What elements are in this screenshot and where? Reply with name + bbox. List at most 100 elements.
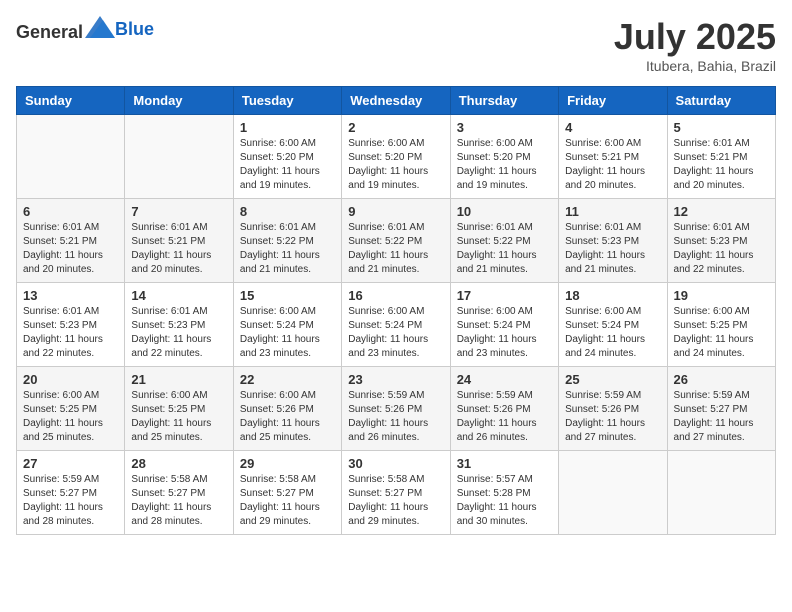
calendar-cell: 11 Sunrise: 6:01 AMSunset: 5:23 PMDayligh… xyxy=(559,199,667,283)
calendar-cell: 31 Sunrise: 5:57 AMSunset: 5:28 PMDayligh… xyxy=(450,451,558,535)
day-number: 25 xyxy=(565,372,660,387)
day-number: 5 xyxy=(674,120,769,135)
calendar-week-row: 27Sunrise: 5:59 AMSunset: 5:27 PMDayligh… xyxy=(17,451,776,535)
cell-info: Sunrise: 6:01 AMSunset: 5:21 PMDaylight:… xyxy=(23,221,118,277)
calendar-cell: 13Sunrise: 6:01 AMSunset: 5:23 PMDayligh… xyxy=(17,283,125,367)
calendar-cell: 21 Sunrise: 6:00 AMSunset: 5:25 PMDayligh… xyxy=(125,367,233,451)
calendar-cell: 24Sunrise: 5:59 AMSunset: 5:26 PMDayligh… xyxy=(450,367,558,451)
calendar-cell: 15 Sunrise: 6:00 AMSunset: 5:24 PMDayligh… xyxy=(233,283,341,367)
cell-info: Sunrise: 5:58 AMSunset: 5:27 PMDaylight:… xyxy=(240,473,335,529)
cell-info: Sunrise: 5:59 AMSunset: 5:27 PMDaylight:… xyxy=(674,389,769,445)
day-number: 10 xyxy=(457,204,552,219)
weekday-header-saturday: Saturday xyxy=(667,87,775,115)
day-number: 4 xyxy=(565,120,660,135)
day-number: 6 xyxy=(23,204,118,219)
day-number: 23 xyxy=(348,372,443,387)
cell-info: Sunrise: 6:00 AMSunset: 5:21 PMDaylight:… xyxy=(565,137,660,193)
day-number: 7 xyxy=(131,204,226,219)
calendar-cell: 12Sunrise: 6:01 AMSunset: 5:23 PMDayligh… xyxy=(667,199,775,283)
day-number: 24 xyxy=(457,372,552,387)
cell-info: Sunrise: 6:01 AMSunset: 5:22 PMDaylight:… xyxy=(348,221,443,277)
cell-info: Sunrise: 5:58 AMSunset: 5:27 PMDaylight:… xyxy=(348,473,443,529)
day-number: 11 xyxy=(565,204,660,219)
calendar-cell xyxy=(559,451,667,535)
cell-info: Sunrise: 6:00 AMSunset: 5:25 PMDaylight:… xyxy=(674,305,769,361)
day-number: 2 xyxy=(348,120,443,135)
calendar-cell: 25Sunrise: 5:59 AMSunset: 5:26 PMDayligh… xyxy=(559,367,667,451)
logo-general-text: General xyxy=(16,22,83,42)
calendar-cell xyxy=(17,115,125,199)
weekday-header-thursday: Thursday xyxy=(450,87,558,115)
calendar-cell xyxy=(667,451,775,535)
cell-info: Sunrise: 6:00 AMSunset: 5:24 PMDaylight:… xyxy=(348,305,443,361)
weekday-header-wednesday: Wednesday xyxy=(342,87,450,115)
calendar-cell: 2 Sunrise: 6:00 AMSunset: 5:20 PMDaylight… xyxy=(342,115,450,199)
calendar-cell: 30 Sunrise: 5:58 AMSunset: 5:27 PMDayligh… xyxy=(342,451,450,535)
location-subtitle: Itubera, Bahia, Brazil xyxy=(614,58,776,74)
day-number: 22 xyxy=(240,372,335,387)
title-block: July 2025 Itubera, Bahia, Brazil xyxy=(614,16,776,74)
calendar-cell: 1 Sunrise: 6:00 AMSunset: 5:20 PMDaylight… xyxy=(233,115,341,199)
cell-info: Sunrise: 5:57 AMSunset: 5:28 PMDaylight:… xyxy=(457,473,552,529)
day-number: 18 xyxy=(565,288,660,303)
day-number: 31 xyxy=(457,456,552,471)
cell-info: Sunrise: 6:00 AMSunset: 5:20 PMDaylight:… xyxy=(240,137,335,193)
cell-info: Sunrise: 6:01 AMSunset: 5:23 PMDaylight:… xyxy=(565,221,660,277)
day-number: 14 xyxy=(131,288,226,303)
calendar-cell: 3Sunrise: 6:00 AMSunset: 5:20 PMDaylight… xyxy=(450,115,558,199)
cell-info: Sunrise: 6:00 AMSunset: 5:20 PMDaylight:… xyxy=(457,137,552,193)
day-number: 9 xyxy=(348,204,443,219)
calendar-week-row: 13 Sunrise: 6:01 AMSunset: 5:23 PMDayligh… xyxy=(17,283,776,367)
day-number: 28 xyxy=(131,456,226,471)
month-year-title: July 2025 xyxy=(614,16,776,58)
calendar-week-row: 6 Sunrise: 6:01 AMSunset: 5:21 PMDaylight… xyxy=(17,199,776,283)
calendar-table: SundayMondayTuesdayWednesdayThursdayFrid… xyxy=(16,86,776,535)
cell-info: Sunrise: 6:00 AMSunset: 5:26 PMDaylight:… xyxy=(240,389,335,445)
cell-info: Sunrise: 6:01 AMSunset: 5:23 PMDaylight:… xyxy=(131,305,226,361)
logo-blue-text: Blue xyxy=(115,19,154,39)
calendar-cell: 26 Sunrise: 5:59 AMSunset: 5:27 PMDayligh… xyxy=(667,367,775,451)
logo-icon xyxy=(85,16,115,38)
cell-info: Sunrise: 6:00 AMSunset: 5:24 PMDaylight:… xyxy=(565,305,660,361)
calendar-cell: 19 Sunrise: 6:00 AMSunset: 5:25 PMDayligh… xyxy=(667,283,775,367)
calendar-cell: 4 Sunrise: 6:00 AMSunset: 5:21 PMDaylight… xyxy=(559,115,667,199)
cell-info: Sunrise: 6:00 AMSunset: 5:24 PMDaylight:… xyxy=(240,305,335,361)
day-number: 16 xyxy=(348,288,443,303)
calendar-week-row: 1 Sunrise: 6:00 AMSunset: 5:20 PMDaylight… xyxy=(17,115,776,199)
calendar-cell: 28Sunrise: 5:58 AMSunset: 5:27 PMDayligh… xyxy=(125,451,233,535)
calendar-cell: 23Sunrise: 5:59 AMSunset: 5:26 PMDayligh… xyxy=(342,367,450,451)
logo: General Blue xyxy=(16,16,154,43)
day-number: 15 xyxy=(240,288,335,303)
weekday-header-row: SundayMondayTuesdayWednesdayThursdayFrid… xyxy=(17,87,776,115)
cell-info: Sunrise: 6:01 AMSunset: 5:22 PMDaylight:… xyxy=(240,221,335,277)
cell-info: Sunrise: 5:59 AMSunset: 5:27 PMDaylight:… xyxy=(23,473,118,529)
calendar-cell: 9 Sunrise: 6:01 AMSunset: 5:22 PMDaylight… xyxy=(342,199,450,283)
calendar-cell: 6 Sunrise: 6:01 AMSunset: 5:21 PMDaylight… xyxy=(17,199,125,283)
day-number: 17 xyxy=(457,288,552,303)
page-header: General Blue July 2025 Itubera, Bahia, B… xyxy=(16,16,776,74)
cell-info: Sunrise: 6:01 AMSunset: 5:22 PMDaylight:… xyxy=(457,221,552,277)
day-number: 13 xyxy=(23,288,118,303)
weekday-header-tuesday: Tuesday xyxy=(233,87,341,115)
cell-info: Sunrise: 6:00 AMSunset: 5:25 PMDaylight:… xyxy=(23,389,118,445)
day-number: 21 xyxy=(131,372,226,387)
calendar-cell: 10 Sunrise: 6:01 AMSunset: 5:22 PMDayligh… xyxy=(450,199,558,283)
calendar-cell: 8 Sunrise: 6:01 AMSunset: 5:22 PMDaylight… xyxy=(233,199,341,283)
calendar-cell: 29Sunrise: 5:58 AMSunset: 5:27 PMDayligh… xyxy=(233,451,341,535)
day-number: 26 xyxy=(674,372,769,387)
day-number: 20 xyxy=(23,372,118,387)
weekday-header-sunday: Sunday xyxy=(17,87,125,115)
calendar-cell: 7Sunrise: 6:01 AMSunset: 5:21 PMDaylight… xyxy=(125,199,233,283)
day-number: 8 xyxy=(240,204,335,219)
day-number: 1 xyxy=(240,120,335,135)
calendar-cell: 22 Sunrise: 6:00 AMSunset: 5:26 PMDayligh… xyxy=(233,367,341,451)
cell-info: Sunrise: 6:01 AMSunset: 5:21 PMDaylight:… xyxy=(674,137,769,193)
cell-info: Sunrise: 6:00 AMSunset: 5:25 PMDaylight:… xyxy=(131,389,226,445)
day-number: 12 xyxy=(674,204,769,219)
calendar-cell: 17Sunrise: 6:00 AMSunset: 5:24 PMDayligh… xyxy=(450,283,558,367)
cell-info: Sunrise: 6:00 AMSunset: 5:20 PMDaylight:… xyxy=(348,137,443,193)
calendar-cell: 27Sunrise: 5:59 AMSunset: 5:27 PMDayligh… xyxy=(17,451,125,535)
calendar-cell: 5 Sunrise: 6:01 AMSunset: 5:21 PMDaylight… xyxy=(667,115,775,199)
day-number: 19 xyxy=(674,288,769,303)
day-number: 30 xyxy=(348,456,443,471)
